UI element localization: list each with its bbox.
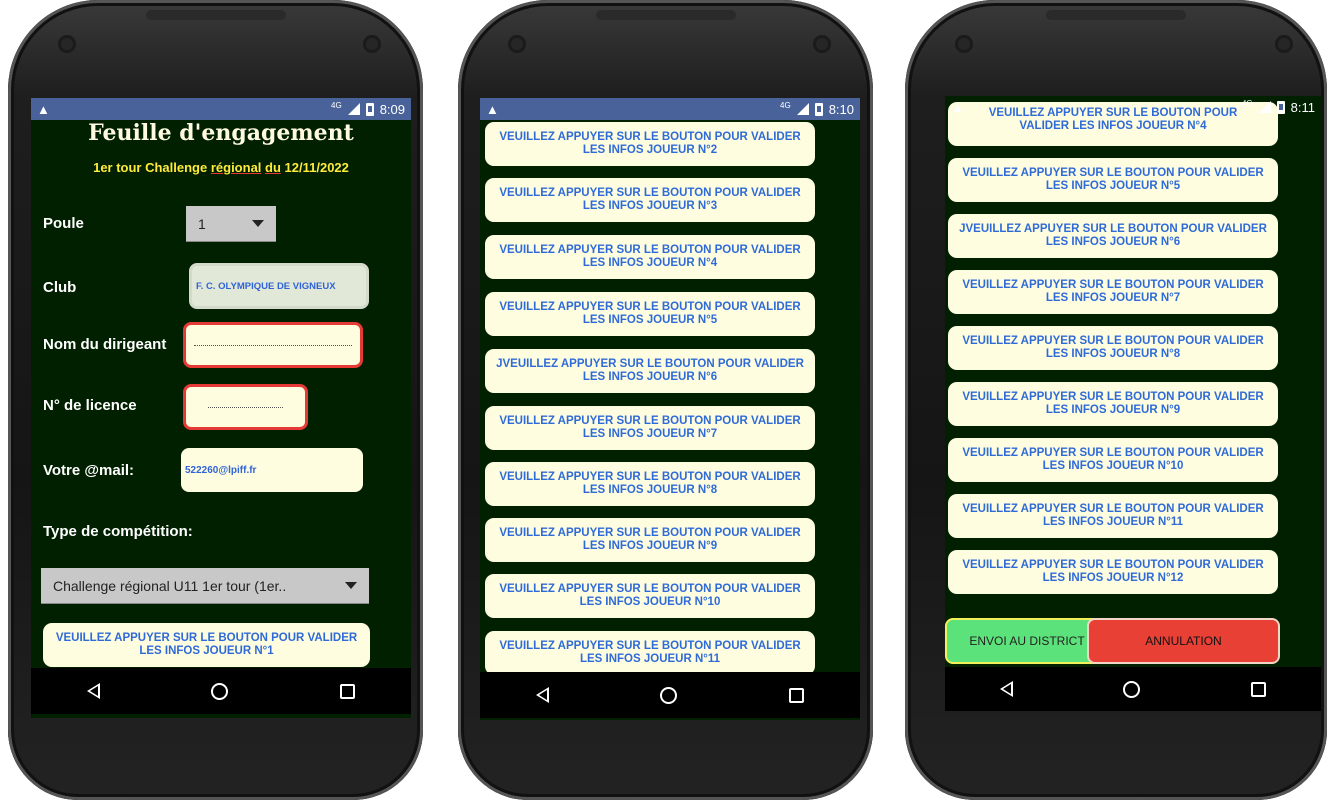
screen-3: ▲ 4G 8:11 VEUILLEZ APPUYER SUR LE BOUTON… bbox=[945, 96, 1321, 711]
input-placeholder-dots bbox=[194, 344, 352, 346]
validate-player-11-button[interactable]: VEUILLEZ APPUYER SUR LE BOUTON POUR VALI… bbox=[485, 631, 815, 675]
subtitle-date: 12/11/2022 bbox=[280, 160, 349, 175]
subtitle-regional: régional bbox=[210, 160, 262, 175]
signal-icon bbox=[347, 103, 360, 115]
camera-dot bbox=[508, 35, 526, 53]
screen-1: ▲ 4G 8:09 Feuille d'engagement 1er tour … bbox=[31, 98, 411, 718]
recent-apps-icon[interactable] bbox=[340, 683, 356, 699]
nav-bar bbox=[480, 672, 860, 718]
validate-player-3-button[interactable]: VEUILLEZ APPUYER SUR LE BOUTON POUR VALI… bbox=[485, 178, 815, 222]
licence-label: N° de licence bbox=[43, 397, 137, 414]
club-label: Club bbox=[43, 279, 77, 296]
button-label-line2: VALIDER LES INFOS JOUEUR N°4 bbox=[1019, 120, 1207, 132]
sensor-dot bbox=[363, 35, 381, 53]
send-to-district-button[interactable]: ENVOI AU DISTRICT bbox=[945, 618, 1109, 664]
phone-2: ▲ 4G 8:10 VEUILLEZ APPUYER SUR LE BOUTON… bbox=[458, 0, 873, 800]
validate-player-6-button[interactable]: JVEUILLEZ APPUYER SUR LE BOUTON POUR VAL… bbox=[485, 349, 815, 393]
clock: 8:09 bbox=[379, 101, 405, 117]
validate-player-7-button[interactable]: VEUILLEZ APPUYER SUR LE BOUTON POUR VALI… bbox=[485, 406, 815, 450]
signal-icon bbox=[1258, 101, 1271, 113]
validate-player-1-button[interactable]: VEUILLEZ APPUYER SUR LE BOUTON POUR VALI… bbox=[43, 623, 370, 667]
subtitle-text: 1er tour Challenge bbox=[93, 160, 211, 175]
phone-1: ▲ 4G 8:09 Feuille d'engagement 1er tour … bbox=[8, 0, 423, 800]
home-icon[interactable] bbox=[660, 686, 678, 704]
validate-player-5-button[interactable]: VEUILLEZ APPUYER SUR LE BOUTON POUR VALI… bbox=[485, 292, 815, 336]
chevron-down-icon bbox=[252, 220, 264, 227]
screen-2: ▲ 4G 8:10 VEUILLEZ APPUYER SUR LE BOUTON… bbox=[480, 98, 860, 720]
dirigeant-input[interactable] bbox=[183, 322, 363, 368]
signal-icon bbox=[796, 103, 809, 115]
network-label: 4G bbox=[780, 100, 791, 110]
chevron-down-icon bbox=[345, 582, 357, 589]
camera-dot bbox=[955, 35, 973, 53]
page-title: Feuille d'engagement bbox=[88, 120, 354, 146]
sensor-dot bbox=[1275, 35, 1293, 53]
status-bar: ▲ 4G 8:11 bbox=[945, 96, 1321, 118]
competition-dropdown[interactable]: Challenge régional U11 1er tour (1er.. bbox=[41, 568, 369, 604]
club-field[interactable]: F. C. OLYMPIQUE DE VIGNEUX bbox=[189, 263, 369, 309]
phone-3: ▲ 4G 8:11 VEUILLEZ APPUYER SUR LE BOUTON… bbox=[905, 0, 1327, 800]
back-icon[interactable] bbox=[1000, 681, 1014, 697]
cancel-button[interactable]: ANNULATION bbox=[1087, 618, 1280, 664]
battery-icon bbox=[365, 102, 374, 116]
validate-player-11-button[interactable]: VEUILLEZ APPUYER SUR LE BOUTON POUR VALI… bbox=[948, 494, 1278, 538]
validate-player-9-button[interactable]: VEUILLEZ APPUYER SUR LE BOUTON POUR VALI… bbox=[485, 518, 815, 562]
recent-apps-icon[interactable] bbox=[1250, 681, 1266, 697]
input-placeholder-dots bbox=[208, 406, 283, 408]
network-label: 4G bbox=[1241, 98, 1253, 108]
camera-dot bbox=[58, 35, 76, 53]
nav-bar bbox=[945, 667, 1321, 711]
nav-bar bbox=[31, 668, 411, 714]
validate-player-8-button[interactable]: VEUILLEZ APPUYER SUR LE BOUTON POUR VALI… bbox=[485, 462, 815, 506]
home-icon[interactable] bbox=[1123, 680, 1141, 698]
dirigeant-label: Nom du dirigeant bbox=[43, 336, 167, 353]
competition-label: Type de compétition: bbox=[43, 523, 193, 540]
warning-icon: ▲ bbox=[951, 99, 964, 115]
poule-label: Poule bbox=[43, 215, 84, 232]
recent-apps-icon[interactable] bbox=[789, 687, 805, 703]
validate-player-5-button[interactable]: VEUILLEZ APPUYER SUR LE BOUTON POUR VALI… bbox=[948, 158, 1278, 202]
home-icon[interactable] bbox=[211, 682, 229, 700]
validate-player-7-button[interactable]: VEUILLEZ APPUYER SUR LE BOUTON POUR VALI… bbox=[948, 270, 1278, 314]
poule-value: 1 bbox=[198, 215, 206, 232]
mail-field[interactable]: 522260@lpiff.fr bbox=[181, 448, 363, 492]
validate-player-8-button[interactable]: VEUILLEZ APPUYER SUR LE BOUTON POUR VALI… bbox=[948, 326, 1278, 370]
battery-icon bbox=[814, 102, 823, 116]
validate-player-9-button[interactable]: VEUILLEZ APPUYER SUR LE BOUTON POUR VALI… bbox=[948, 382, 1278, 426]
warning-icon: ▲ bbox=[37, 101, 50, 117]
validate-player-4-button[interactable]: VEUILLEZ APPUYER SUR LE BOUTON POUR VALI… bbox=[485, 235, 815, 279]
status-bar: ▲ 4G 8:10 bbox=[480, 98, 860, 120]
validate-player-12-button[interactable]: VEUILLEZ APPUYER SUR LE BOUTON POUR VALI… bbox=[948, 550, 1278, 594]
sensor-dot bbox=[813, 35, 831, 53]
battery-icon bbox=[1276, 100, 1285, 114]
warning-icon: ▲ bbox=[486, 101, 499, 117]
validate-player-6-button[interactable]: JVEUILLEZ APPUYER SUR LE BOUTON POUR VAL… bbox=[948, 214, 1278, 258]
validate-player-10-button[interactable]: VEUILLEZ APPUYER SUR LE BOUTON POUR VALI… bbox=[948, 438, 1278, 482]
back-icon[interactable] bbox=[86, 683, 100, 699]
clock: 8:10 bbox=[828, 101, 854, 117]
subtitle-du: du bbox=[265, 160, 281, 175]
page-subtitle: 1er tour Challenge régional du 12/11/202… bbox=[31, 160, 411, 175]
clock: 8:11 bbox=[1290, 99, 1315, 115]
status-bar: ▲ 4G 8:09 bbox=[31, 98, 411, 120]
mail-label: Votre @mail: bbox=[43, 462, 135, 479]
poule-dropdown[interactable]: 1 bbox=[186, 206, 276, 242]
back-icon[interactable] bbox=[535, 687, 549, 703]
network-label: 4G bbox=[331, 100, 342, 110]
validate-player-10-button[interactable]: VEUILLEZ APPUYER SUR LE BOUTON POUR VALI… bbox=[485, 574, 815, 618]
competition-value: Challenge régional U11 1er tour (1er.. bbox=[53, 577, 287, 594]
validate-player-2-button[interactable]: VEUILLEZ APPUYER SUR LE BOUTON POUR VALI… bbox=[485, 122, 815, 166]
licence-input[interactable] bbox=[183, 384, 308, 430]
